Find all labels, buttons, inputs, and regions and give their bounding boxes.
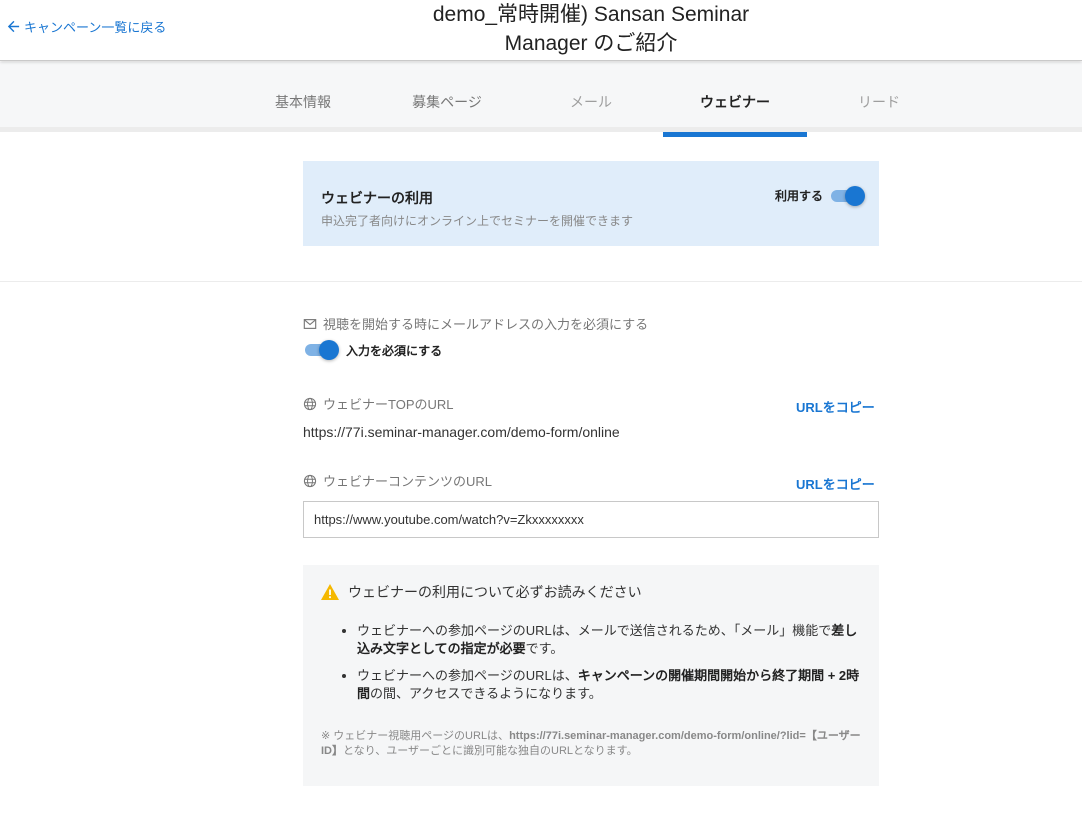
webinar-usage-description: 申込完了者向けにオンライン上でセミナーを開催できます (321, 214, 634, 228)
arrow-left-icon (7, 20, 20, 33)
tab-recruit-page[interactable]: 募集ページ (375, 62, 519, 132)
page-header: キャンペーン一覧に戻る demo_常時開催) Sansan Seminar Ma… (0, 0, 1082, 61)
webinar-content-url-label: ウェビナーコンテンツのURL (323, 474, 493, 489)
notice-footnote: ※ ウェビナー視聴用ページのURLは、https://77i.seminar-m… (321, 730, 861, 757)
webinar-notice-box: ウェビナーの利用について必ずお読みください ウェビナーへの参加ページのURLは、… (303, 565, 879, 786)
notice-heading: ウェビナーの利用について必ずお読みください (320, 582, 642, 602)
globe-icon (303, 397, 317, 410)
webinar-top-url-label: ウェビナーTOPのURL (323, 397, 454, 412)
email-required-label: 視聴を開始する時にメールアドレスの入力を必須にする (323, 317, 649, 332)
webinar-usage-title: ウェビナーの利用 (321, 190, 433, 206)
tab-mail[interactable]: メール (519, 62, 663, 132)
tab-leads[interactable]: リード (807, 62, 951, 132)
tab-basic-info[interactable]: 基本情報 (231, 62, 375, 132)
notice-list: ウェビナーへの参加ページのURLは、メールで送信されるため、「メール」機能で差し… (357, 622, 865, 712)
section-divider (0, 281, 1082, 282)
notice-item: ウェビナーへの参加ページのURLは、キャンペーンの開催期間開始から終了期間 + … (357, 667, 865, 703)
email-required-toggle[interactable] (303, 340, 339, 360)
page-title-line1: demo_常時開催) Sansan Seminar (432, 3, 750, 26)
webinar-top-url-heading: ウェビナーTOPのURL (303, 394, 454, 413)
tab-webinar[interactable]: ウェビナー (663, 62, 807, 137)
toggle-knob (845, 186, 865, 206)
warning-icon (321, 584, 339, 600)
copy-content-url-link[interactable]: URLをコピー (796, 474, 875, 493)
mail-icon (303, 318, 317, 329)
webinar-content-url-heading: ウェビナーコンテンツのURL (303, 471, 492, 490)
page-title: demo_常時開催) Sansan Seminar Manager のご紹介 (391, 0, 791, 58)
webinar-top-url-value: https://77i.seminar-manager.com/demo-for… (303, 424, 620, 440)
email-required-toggle-label: 入力を必須にする (346, 344, 443, 358)
tab-bar: 基本情報 募集ページ メール ウェビナー リード (0, 62, 1082, 137)
copy-top-url-link[interactable]: URLをコピー (796, 397, 875, 416)
webinar-content-url-input[interactable] (303, 501, 879, 538)
webinar-usage-panel: ウェビナーの利用 申込完了者向けにオンライン上でセミナーを開催できます 利用する (303, 161, 879, 246)
notice-title: ウェビナーの利用について必ずお読みください (348, 584, 642, 600)
email-required-heading: 視聴を開始する時にメールアドレスの入力を必須にする (303, 314, 648, 333)
back-to-campaigns-link[interactable]: キャンペーン一覧に戻る (6, 17, 166, 36)
toggle-knob (319, 340, 339, 360)
webinar-usage-toggle[interactable] (829, 186, 865, 206)
page-title-line2: Manager のご紹介 (504, 32, 678, 55)
notice-item: ウェビナーへの参加ページのURLは、メールで送信されるため、「メール」機能で差し… (357, 622, 865, 658)
globe-icon (303, 474, 317, 487)
webinar-usage-toggle-label: 利用する (775, 189, 824, 203)
back-link-label: キャンペーン一覧に戻る (24, 20, 167, 35)
